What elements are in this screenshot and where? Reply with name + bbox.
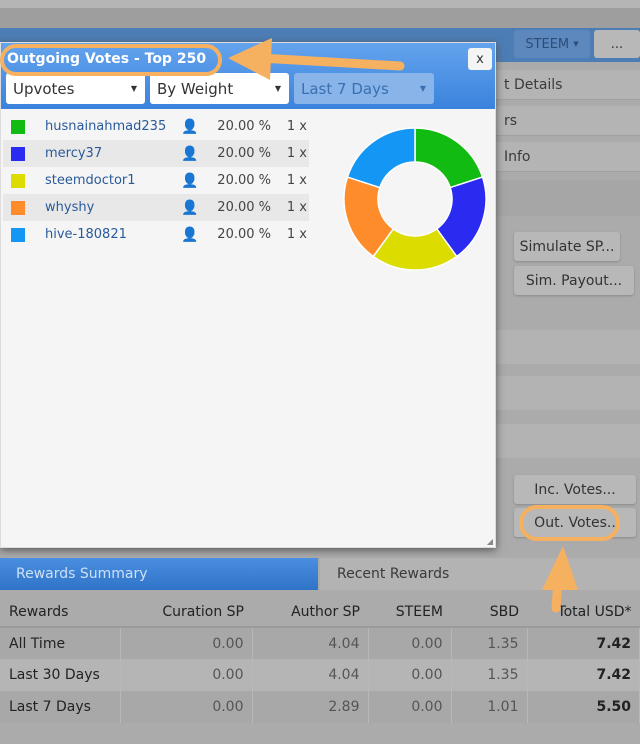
vote-type-value: Upvotes [13, 79, 75, 98]
menu-rs[interactable]: rs [480, 106, 640, 136]
tab-recent-rewards[interactable]: Recent Rewards [320, 558, 640, 590]
inc-votes-button[interactable]: Inc. Votes... [514, 475, 636, 504]
user-icon[interactable]: 👤 [181, 119, 198, 135]
col-steem: STEEM [368, 598, 451, 628]
rewards-cell: 7.42 [527, 627, 640, 659]
simulate-sp-button[interactable]: Simulate SP... [514, 232, 620, 261]
vote-type-select[interactable]: Upvotes ▼ [6, 73, 145, 104]
col-sbd: SBD [451, 598, 527, 628]
dialog-title: Outgoing Votes - Top 250 [7, 51, 207, 67]
rewards-cell: 2.89 [252, 691, 369, 723]
vote-percent: 20.00 % [217, 173, 271, 188]
caret-icon: ▼ [274, 84, 281, 93]
voter-link[interactable]: whyshy [45, 200, 181, 215]
more-button[interactable]: ... [594, 30, 640, 58]
rewards-cell: 0.00 [368, 691, 452, 723]
vote-row: whyshy 👤 20.00 % 1 x [3, 194, 309, 221]
votes-donut-chart [343, 127, 487, 271]
vote-count: 1 x [286, 173, 307, 188]
panel-stripe [496, 330, 640, 364]
vote-count: 1 x [286, 227, 307, 242]
vote-percent: 20.00 % [217, 227, 271, 242]
rewards-cell: 1.01 [451, 691, 528, 723]
currency-select[interactable]: STEEM ▼ [514, 30, 590, 58]
col-curation-sp: Curation SP [120, 598, 252, 628]
rewards-row: Last 7 Days 0.00 2.89 0.00 1.01 5.50 [0, 691, 640, 723]
dialog-header: Outgoing Votes - Top 250 x Upvotes ▼ By W… [1, 43, 495, 109]
period-select[interactable]: Last 7 Days ▼ [294, 73, 434, 104]
caret-icon: ▼ [419, 84, 426, 93]
rewards-row: All Time 0.00 4.04 0.00 1.35 7.42 [0, 627, 640, 659]
vote-row: husnainahmad235 👤 20.00 % 1 x [3, 113, 309, 140]
color-swatch [11, 200, 25, 215]
outgoing-votes-dialog: Outgoing Votes - Top 250 x Upvotes ▼ By W… [0, 42, 496, 548]
rewards-cell: Last 30 Days [0, 659, 121, 691]
voter-link[interactable]: mercy37 [45, 146, 181, 161]
rewards-cell: 1.35 [451, 627, 528, 659]
rewards-cell: 7.42 [527, 659, 640, 691]
vote-percent: 20.00 % [217, 200, 271, 215]
currency-label: STEEM [525, 36, 570, 52]
vote-row: steemdoctor1 👤 20.00 % 1 x [3, 167, 309, 194]
user-icon[interactable]: 👤 [181, 200, 198, 216]
vote-percent: 20.00 % [217, 119, 271, 134]
voter-link[interactable]: hive-180821 [45, 227, 181, 242]
vote-count: 1 x [286, 200, 307, 215]
rewards-cell: 0.00 [120, 659, 253, 691]
vote-percent: 20.00 % [217, 146, 271, 161]
menu-info[interactable]: Info [480, 142, 640, 172]
user-icon[interactable]: 👤 [181, 173, 198, 189]
col-total-usd: Total USD* [527, 598, 640, 628]
rewards-cell: 0.00 [368, 627, 452, 659]
tab-rewards-summary[interactable]: Rewards Summary [0, 558, 318, 590]
user-icon[interactable]: 👤 [181, 146, 198, 162]
user-icon[interactable]: 👤 [181, 227, 198, 243]
rewards-cell: 1.35 [451, 659, 528, 691]
vote-row: hive-180821 👤 20.00 % 1 x [3, 221, 309, 248]
color-swatch [11, 146, 25, 161]
donut-slice-hive-180821 [346, 127, 416, 189]
caret-icon: ▼ [573, 40, 579, 48]
rewards-cell: 4.04 [252, 659, 369, 691]
rewards-cell: 0.00 [120, 691, 253, 723]
rewards-cell: 0.00 [120, 627, 253, 659]
rewards-cell: Last 7 Days [0, 691, 121, 723]
color-swatch [11, 119, 25, 134]
period-value: Last 7 Days [301, 79, 389, 98]
sort-value: By Weight [157, 79, 234, 98]
rewards-cell: All Time [0, 627, 121, 659]
panel-stripe [496, 424, 640, 458]
sim-payout-button[interactable]: Sim. Payout... [514, 266, 634, 295]
color-swatch [11, 227, 25, 242]
nav-band [0, 8, 640, 30]
vote-count: 1 x [286, 146, 307, 161]
voter-link[interactable]: steemdoctor1 [45, 173, 181, 188]
sort-select[interactable]: By Weight ▼ [150, 73, 289, 104]
resize-handle-icon[interactable]: ◢ [487, 537, 493, 546]
rewards-row: Last 30 Days 0.00 4.04 0.00 1.35 7.42 [0, 659, 640, 691]
close-button[interactable]: x [468, 48, 492, 70]
caret-icon: ▼ [130, 84, 137, 93]
donut-slice-husnainahmad235 [414, 127, 484, 189]
panel-stripe [496, 180, 640, 216]
vote-row: mercy37 👤 20.00 % 1 x [3, 140, 309, 167]
rewards-cell: 5.50 [527, 691, 640, 723]
rewards-table: Rewards Curation SP Author SP STEEM SBD … [0, 598, 640, 723]
top-band [0, 0, 640, 8]
out-votes-button[interactable]: Out. Votes.. [514, 508, 636, 537]
col-author-sp: Author SP [252, 598, 368, 628]
rewards-cell: 0.00 [368, 659, 452, 691]
rewards-cell: 4.04 [252, 627, 369, 659]
panel-stripe [496, 376, 640, 410]
voter-link[interactable]: husnainahmad235 [45, 119, 181, 134]
color-swatch [11, 173, 25, 188]
col-rewards: Rewards [0, 598, 120, 628]
vote-count: 1 x [286, 119, 307, 134]
menu-details[interactable]: t Details [480, 70, 640, 100]
